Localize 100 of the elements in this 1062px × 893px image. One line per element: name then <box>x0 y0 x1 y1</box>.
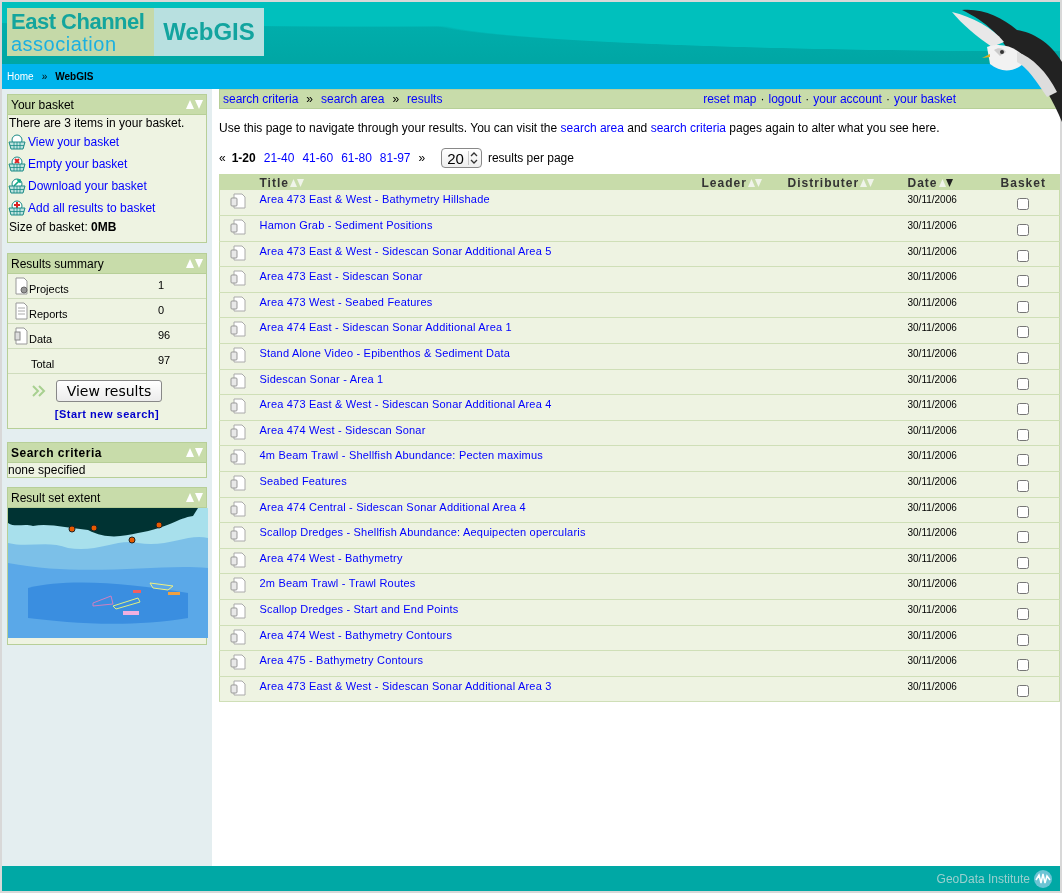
document-icon <box>230 526 246 543</box>
basket-link[interactable]: View your basket <box>8 131 206 153</box>
basket-checkbox[interactable] <box>1017 608 1030 620</box>
link-separator: · <box>760 92 765 106</box>
document-icon <box>230 628 246 645</box>
basket-checkbox[interactable] <box>1017 659 1030 672</box>
basket-checkbox[interactable] <box>1017 454 1030 467</box>
basket-link[interactable]: Add all results to basket <box>8 197 206 219</box>
date-cell: 30/11/2006 <box>907 476 957 488</box>
basket-message: There are 3 items in your basket. <box>8 115 186 131</box>
basket-checkbox[interactable] <box>1017 480 1030 493</box>
basket-link[interactable]: Download your basket <box>8 175 206 197</box>
basket-checkbox[interactable] <box>1017 198 1030 210</box>
logo-text: association <box>11 34 118 54</box>
sort-icon[interactable] <box>938 178 953 187</box>
result-title-link[interactable]: Hamon Grab - Sediment Positions <box>259 219 433 232</box>
result-title-link[interactable]: Area 474 East - Sidescan Sonar Additional Area 1 <box>259 321 512 334</box>
document-icon <box>230 449 246 466</box>
result-title-link[interactable]: Area 475 - Bathymetry Contours <box>259 654 424 667</box>
wave-logo-icon <box>1034 869 1052 888</box>
result-title-link[interactable]: Area 473 East & West - Sidescan Sonar Additional Area 5 <box>259 244 552 257</box>
result-title-link[interactable]: 4m Beam Trawl - Shellfish Abundance: Pecten maximus <box>259 449 543 462</box>
basket-checkbox[interactable] <box>1017 300 1030 313</box>
summary-count: 97 <box>158 353 172 368</box>
result-title-link[interactable]: Scallop Dredges - Shellfish Abundance: Aequipecten opercularis <box>259 526 586 539</box>
result-title-link[interactable]: Area 474 West - Bathymetry Contours <box>259 628 453 641</box>
document-icon <box>230 679 246 696</box>
document-icon <box>230 603 246 619</box>
basket-icon <box>8 134 26 150</box>
nav-link[interactable]: your basket <box>893 92 956 106</box>
footer-text: GeoData Institute <box>936 871 1030 886</box>
basket-checkbox[interactable] <box>1017 531 1030 544</box>
result-title-link[interactable]: Area 473 East - Sidescan Sonar <box>259 270 423 283</box>
page-link[interactable]: 81-97 <box>379 151 411 165</box>
result-title-link[interactable]: Area 474 West - Sidescan Sonar <box>259 423 426 436</box>
document-icon <box>230 219 246 236</box>
document-icon <box>230 321 246 338</box>
document-icon <box>230 654 246 671</box>
page-link[interactable]: 61-80 <box>341 151 372 165</box>
view-results-button[interactable]: View results <box>55 380 163 402</box>
basket-checkbox[interactable] <box>1017 352 1030 365</box>
per-page-select[interactable]: 20 <box>441 148 482 168</box>
date-cell: 30/11/2006 <box>907 220 957 232</box>
date-cell: 30/11/2006 <box>907 655 957 667</box>
step-link[interactable]: results <box>407 92 443 106</box>
basket-checkbox[interactable] <box>1017 249 1030 262</box>
basket-icon <box>8 200 26 216</box>
intro-link[interactable]: search criteria <box>650 121 726 135</box>
new-search-link[interactable]: [Start new search] <box>8 402 206 428</box>
nav-link[interactable]: logout <box>768 92 802 106</box>
result-title-link[interactable]: Area 474 Central - Sidescan Sonar Additional Area 4 <box>259 500 526 513</box>
basket-checkbox[interactable] <box>1017 633 1030 646</box>
document-icon <box>230 372 246 389</box>
basket-checkbox[interactable] <box>1017 505 1030 518</box>
panel-title: Result set extent <box>11 490 101 505</box>
page-link[interactable]: 1-20 <box>231 151 256 165</box>
result-title-link[interactable]: Area 473 West - Seabed Features <box>259 295 433 308</box>
date-cell: 30/11/2006 <box>907 348 957 360</box>
page-link[interactable]: 41-60 <box>302 151 334 165</box>
date-cell: 30/11/2006 <box>907 501 957 513</box>
next-link[interactable]: » <box>418 151 426 165</box>
nav-link[interactable]: reset map <box>703 92 757 106</box>
basket-checkbox[interactable] <box>1017 224 1030 237</box>
date-cell: 30/11/2006 <box>907 527 957 539</box>
basket-checkbox[interactable] <box>1017 428 1030 441</box>
basket-checkbox[interactable] <box>1017 326 1030 339</box>
result-title-link[interactable]: Seabed Features <box>259 475 347 488</box>
basket-checkbox[interactable] <box>1017 403 1030 416</box>
result-title-link[interactable]: Area 473 East & West - Sidescan Sonar Additional Area 4 <box>259 398 552 411</box>
document-icon <box>13 277 29 295</box>
nav-link[interactable]: your account <box>813 92 882 106</box>
basket-link[interactable]: Empty your basket <box>8 153 206 175</box>
step-link[interactable]: search criteria <box>223 92 299 106</box>
result-title-link[interactable]: 2m Beam Trawl - Trawl Routes <box>259 577 416 590</box>
basket-checkbox[interactable] <box>1017 377 1030 390</box>
document-icon <box>230 551 246 568</box>
result-title-link[interactable]: Scallop Dredges - Start and End Points <box>259 603 459 615</box>
previous-link[interactable]: « <box>219 151 226 165</box>
step-link[interactable]: search area <box>321 92 385 106</box>
chevrons-icon <box>31 385 46 397</box>
result-title-link[interactable]: Sidescan Sonar - Area 1 <box>259 372 384 385</box>
basket-checkbox[interactable] <box>1017 582 1030 595</box>
result-title-link[interactable]: Area 473 East & West - Sidescan Sonar Additional Area 3 <box>259 679 552 692</box>
document-icon <box>230 500 246 517</box>
basket-checkbox[interactable] <box>1017 556 1030 569</box>
page-link[interactable]: 21-40 <box>263 151 295 165</box>
basket-checkbox[interactable] <box>1017 684 1030 697</box>
column-header[interactable]: Title <box>259 175 304 190</box>
document-icon <box>13 302 29 320</box>
result-title-link[interactable]: Area 474 West - Bathymetry <box>259 551 403 564</box>
date-cell: 30/11/2006 <box>907 552 957 564</box>
date-cell: 30/11/2006 <box>907 604 957 615</box>
result-title-link[interactable]: Area 473 East & West - Bathymetry Hillshade <box>259 193 490 205</box>
date-cell: 30/11/2006 <box>907 194 957 205</box>
intro-link[interactable]: search area <box>560 121 624 135</box>
logo-text: WebGIS <box>163 18 255 46</box>
result-title-link[interactable]: Stand Alone Video - Epibenthos & Sediment Data <box>259 347 511 360</box>
basket-checkbox[interactable] <box>1017 275 1030 288</box>
logo-text: East Channel <box>11 10 146 34</box>
basket-icon <box>8 178 26 194</box>
